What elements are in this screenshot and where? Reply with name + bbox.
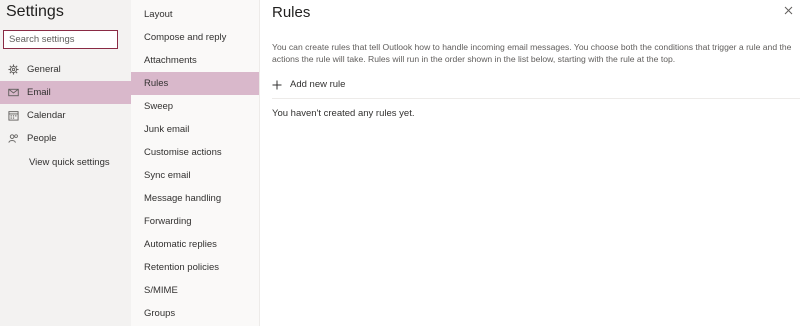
add-new-rule-label: Add new rule	[290, 79, 346, 90]
email-nav-rules[interactable]: Rules	[131, 72, 259, 95]
email-nav-groups[interactable]: Groups	[131, 302, 259, 325]
email-nav-layout[interactable]: Layout	[131, 3, 259, 26]
add-new-rule-button[interactable]: Add new rule	[272, 79, 345, 90]
email-nav-attachments[interactable]: Attachments	[131, 49, 259, 72]
email-nav-forwarding[interactable]: Forwarding	[131, 210, 259, 233]
email-nav-automatic-replies[interactable]: Automatic replies	[131, 233, 259, 256]
people-icon	[7, 133, 19, 145]
mail-icon	[7, 87, 19, 99]
email-nav-smime[interactable]: S/MIME	[131, 279, 259, 302]
view-quick-settings-link[interactable]: View quick settings	[29, 157, 110, 168]
email-nav-customise-actions[interactable]: Customise actions	[131, 141, 259, 164]
search-settings-input[interactable]	[3, 30, 118, 49]
email-nav-message-handling[interactable]: Message handling	[131, 187, 259, 210]
email-nav-junk-email[interactable]: Junk email	[131, 118, 259, 141]
nav-item-email[interactable]: Email	[0, 81, 131, 104]
email-nav-sweep[interactable]: Sweep	[131, 95, 259, 118]
email-nav-sync-email[interactable]: Sync email	[131, 164, 259, 187]
nav-label: Calendar	[27, 110, 66, 121]
email-nav-retention-policies[interactable]: Retention policies	[131, 256, 259, 279]
nav-item-general[interactable]: General	[0, 58, 131, 81]
email-settings-nav: Layout Compose and reply Attachments Rul…	[131, 0, 260, 326]
nav-label: General	[27, 64, 61, 75]
nav-label: Email	[27, 87, 51, 98]
empty-rules-message: You haven't created any rules yet.	[272, 108, 415, 119]
close-icon[interactable]	[782, 4, 796, 18]
plus-icon	[272, 80, 282, 89]
rules-description: You can create rules that tell Outlook h…	[272, 42, 792, 64]
gear-icon	[7, 64, 19, 76]
settings-title: Settings	[6, 3, 64, 20]
page-title: Rules	[272, 4, 311, 21]
rules-panel: Rules You can create rules that tell Out…	[260, 0, 800, 326]
divider	[272, 98, 800, 99]
calendar-icon	[7, 110, 19, 122]
nav-item-calendar[interactable]: Calendar	[0, 104, 131, 127]
settings-pane: Settings General Email Calendar People V…	[0, 0, 131, 326]
email-nav-compose-and-reply[interactable]: Compose and reply	[131, 26, 259, 49]
nav-label: People	[27, 133, 57, 144]
nav-item-people[interactable]: People	[0, 127, 131, 150]
